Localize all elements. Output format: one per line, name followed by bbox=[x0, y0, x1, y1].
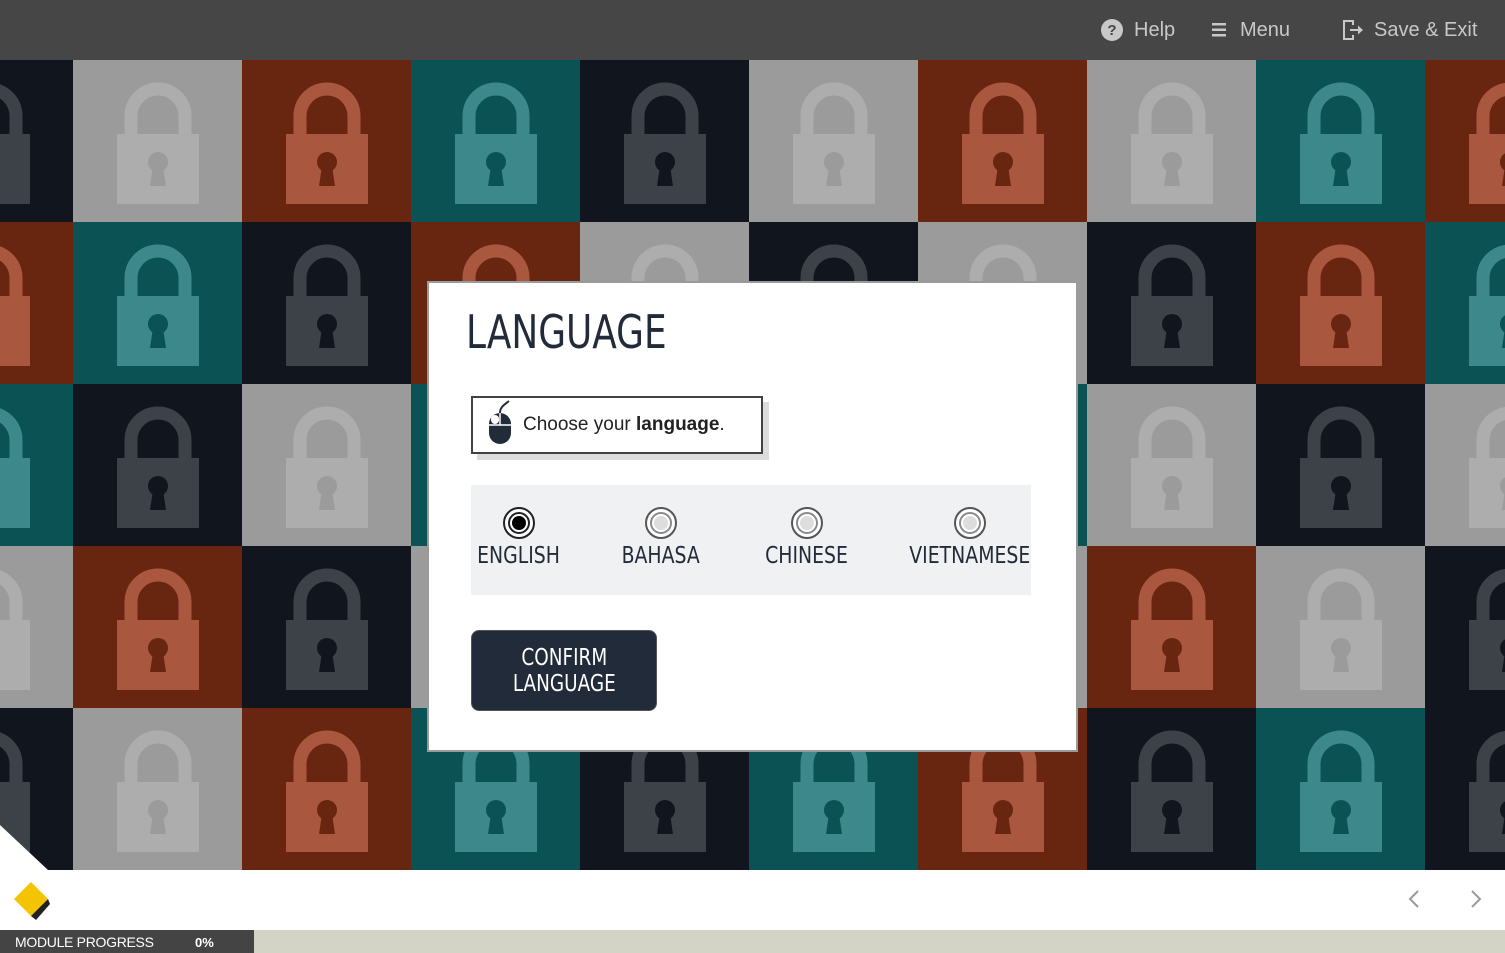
instruction-prefix: Choose your bbox=[523, 414, 637, 435]
radio-english[interactable] bbox=[502, 507, 535, 539]
menu-button[interactable]: Menu bbox=[1210, 0, 1290, 60]
help-button[interactable]: ? Help bbox=[1100, 0, 1175, 60]
save-exit-label: Save & Exit bbox=[1374, 18, 1478, 41]
mouse-icon bbox=[487, 399, 513, 451]
option-english[interactable]: ENGLISH bbox=[471, 507, 566, 569]
previous-arrow-icon[interactable] bbox=[1400, 884, 1428, 914]
option-english-label: ENGLISH bbox=[477, 543, 560, 569]
language-dialog: LANGUAGE Choose your language. ENGLISH B… bbox=[427, 281, 1078, 752]
progress-label-area: MODULE PROGRESS 0% bbox=[0, 930, 254, 953]
option-bahasa[interactable]: BAHASA bbox=[611, 507, 711, 569]
radio-vietnamese[interactable] bbox=[954, 507, 986, 539]
radio-bahasa[interactable] bbox=[645, 507, 677, 539]
bottom-bar bbox=[0, 870, 1505, 930]
next-arrow-icon[interactable] bbox=[1462, 884, 1490, 914]
confirm-language-button[interactable]: CONFIRM LANGUAGE bbox=[471, 630, 657, 711]
language-options: ENGLISH BAHASA CHINESE VIETNAMESE bbox=[471, 485, 1031, 595]
progress-label: MODULE PROGRESS bbox=[15, 934, 154, 950]
top-bar: ? Help Menu Save & Exit bbox=[0, 0, 1505, 60]
dialog-title: LANGUAGE bbox=[466, 305, 667, 359]
progress-value: 0% bbox=[195, 935, 214, 950]
instruction-suffix: . bbox=[719, 414, 725, 435]
option-chinese[interactable]: CHINESE bbox=[754, 507, 860, 569]
option-chinese-label: CHINESE bbox=[765, 543, 849, 569]
confirm-language-label: CONFIRM LANGUAGE bbox=[512, 644, 616, 697]
option-vietnamese-label: VIETNAMESE bbox=[909, 543, 1031, 569]
svg-text:?: ? bbox=[1107, 22, 1116, 39]
save-exit-button[interactable]: Save & Exit bbox=[1340, 0, 1477, 60]
instruction-text: Choose your language. bbox=[523, 414, 725, 436]
brand-logo-icon bbox=[14, 882, 50, 920]
option-vietnamese[interactable]: VIETNAMESE bbox=[905, 507, 1035, 569]
exit-icon bbox=[1340, 18, 1364, 42]
corner-fold bbox=[0, 825, 48, 870]
instruction-box: Choose your language. bbox=[471, 396, 763, 454]
radio-chinese[interactable] bbox=[791, 507, 823, 539]
menu-icon bbox=[1210, 21, 1230, 39]
module-progress-bar: MODULE PROGRESS 0% bbox=[0, 930, 1505, 953]
help-label: Help bbox=[1134, 18, 1176, 41]
menu-label: Menu bbox=[1240, 18, 1291, 41]
instruction-bold: language bbox=[636, 414, 720, 435]
help-icon: ? bbox=[1100, 18, 1124, 42]
option-bahasa-label: BAHASA bbox=[621, 543, 701, 569]
